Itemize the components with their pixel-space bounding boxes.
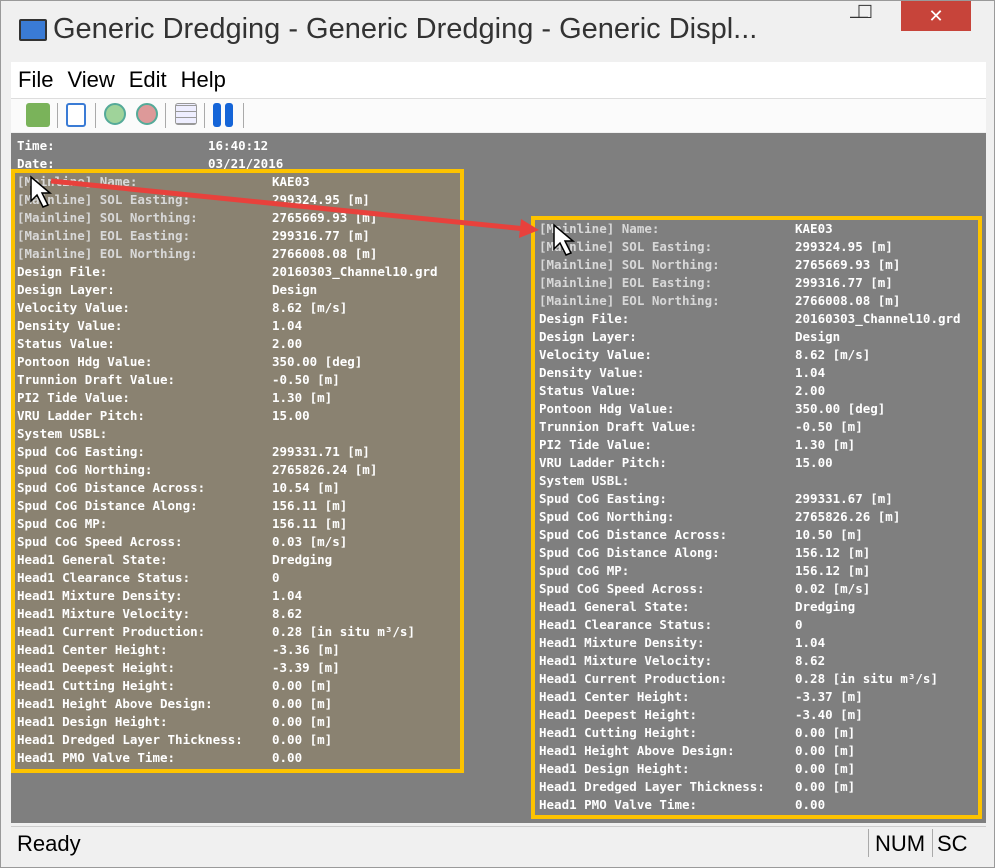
maximize-button[interactable]: ☐ [842, 0, 888, 27]
zoom-out-icon[interactable] [136, 103, 158, 125]
menu-edit[interactable]: Edit [122, 62, 174, 98]
zoom-in-icon[interactable] [104, 103, 126, 125]
menu-help[interactable]: Help [174, 62, 233, 98]
pause-icon[interactable] [213, 103, 221, 127]
menu-file[interactable]: File [11, 62, 60, 98]
menu-view[interactable]: View [60, 62, 121, 98]
cursor-icon [30, 175, 53, 208]
pause-icon-bar[interactable] [225, 103, 233, 127]
menu-bar: File View Edit Help [11, 62, 986, 99]
app-window: Generic Dredging - Generic Dredging - Ge… [0, 0, 995, 868]
app-icon [19, 19, 47, 41]
cursor-icon [553, 223, 576, 256]
title-bar: Generic Dredging - Generic Dredging - Ge… [1, 1, 994, 61]
arrow-annotation [30, 175, 576, 256]
display-area: Time:16:40:12 Date:03/21/2016 [Mainline]… [11, 133, 986, 823]
close-button[interactable]: ✕ [901, 1, 971, 31]
grid-icon[interactable] [175, 103, 197, 125]
scroll-lock-indicator: SC [937, 831, 968, 856]
num-lock-indicator: NUM [875, 831, 926, 856]
window-title: Generic Dredging - Generic Dredging - Ge… [53, 13, 758, 45]
toolbar [11, 99, 986, 132]
status-bar: Ready NUM SC [11, 826, 986, 860]
user-icon[interactable] [26, 103, 50, 127]
checklist-icon[interactable] [66, 103, 86, 127]
status-text: Ready [17, 831, 81, 856]
